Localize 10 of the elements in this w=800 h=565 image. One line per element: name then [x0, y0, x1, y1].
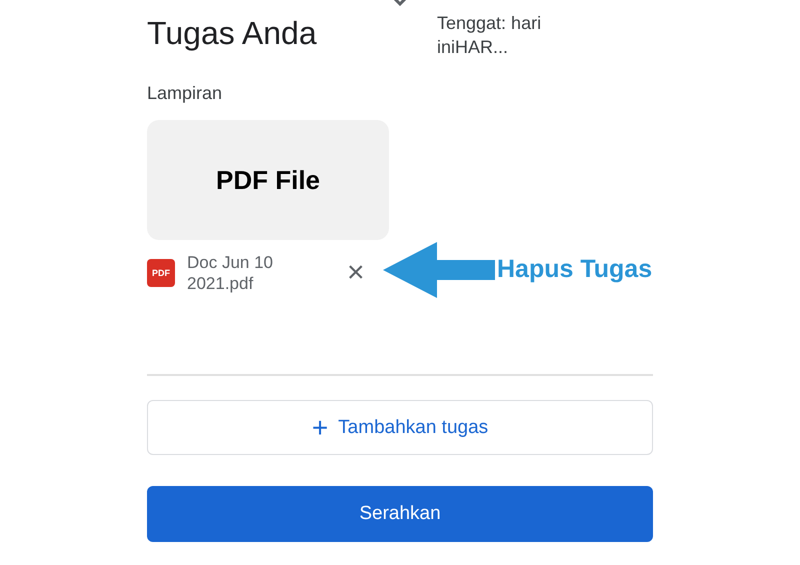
file-preview[interactable]: PDF File — [147, 120, 389, 240]
remove-button[interactable]: × — [347, 258, 365, 288]
deadline-text: Tenggat: hari iniHAR... — [437, 12, 542, 59]
pdf-icon: PDF — [147, 259, 175, 287]
add-assignment-button[interactable]: + Tambahkan tugas — [147, 400, 653, 455]
submit-button[interactable]: Serahkan — [147, 486, 653, 542]
attachments-label: Lampiran — [147, 83, 224, 104]
section-title: Tugas Anda — [147, 14, 318, 52]
annotation-label: Hapus Tugas — [497, 255, 652, 284]
file-name: Doc Jun 10 2021.pdf — [187, 252, 274, 294]
